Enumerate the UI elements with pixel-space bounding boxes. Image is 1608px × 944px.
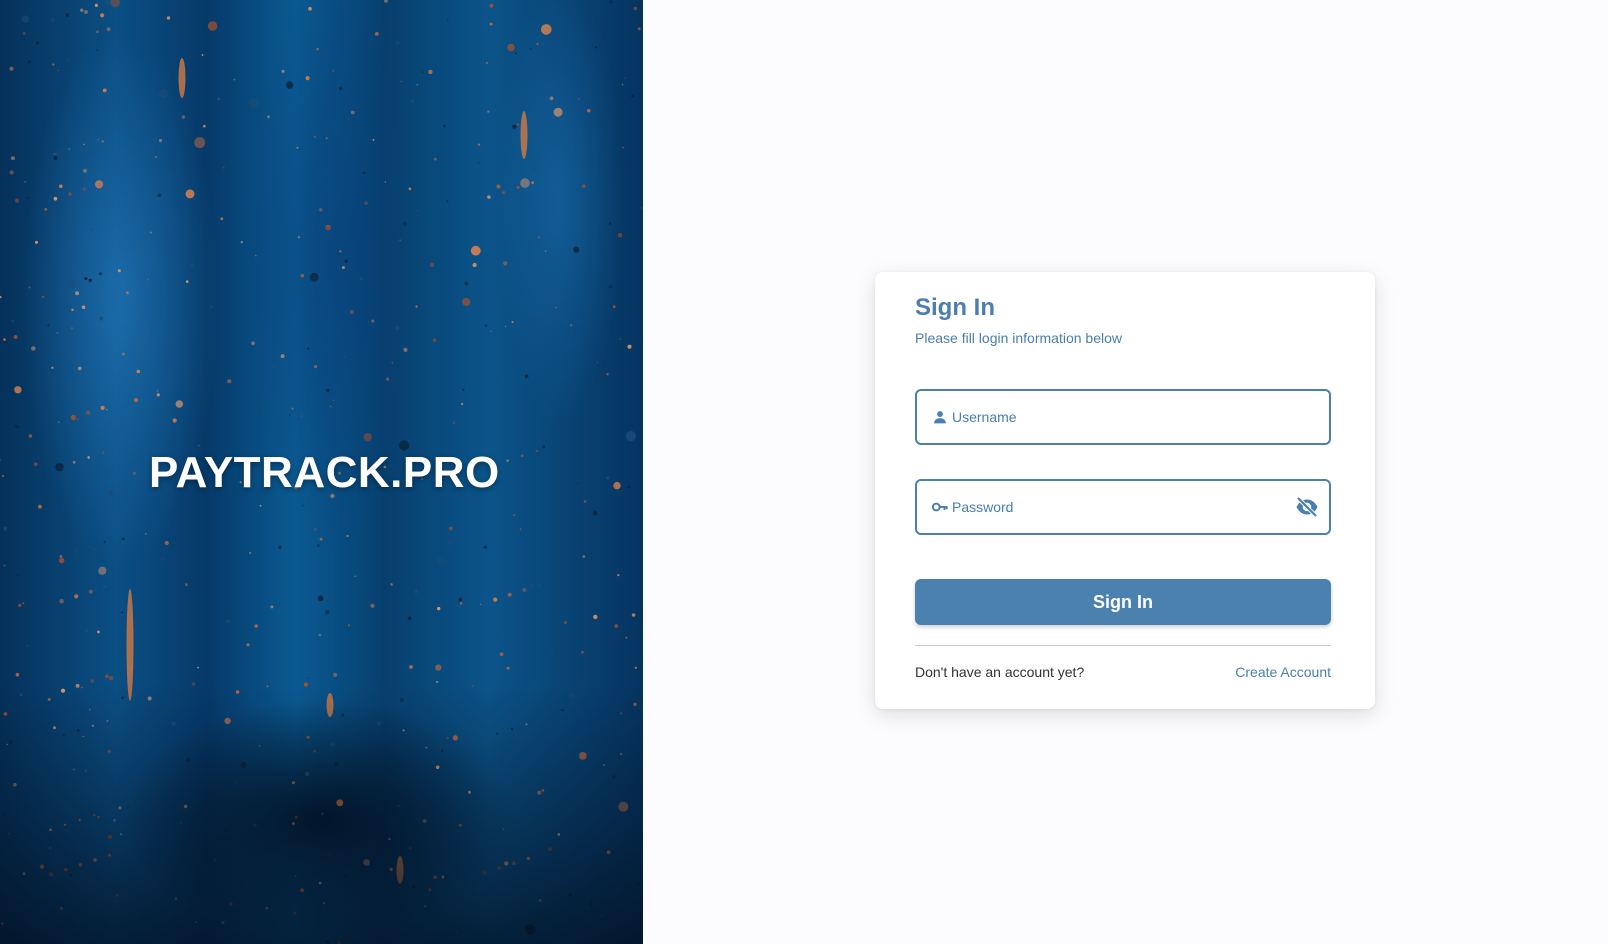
brand-logo-text: PAYTRACK.PRO [149, 448, 500, 497]
person-icon [931, 408, 949, 426]
login-card: Sign In Please fill login information be… [875, 272, 1375, 709]
username-field[interactable] [915, 389, 1331, 445]
no-account-text: Don't have an account yet? [915, 664, 1085, 680]
card-divider [915, 645, 1331, 646]
card-title: Sign In [915, 294, 995, 321]
eye-off-icon[interactable] [1293, 493, 1321, 521]
key-icon [931, 498, 949, 516]
sign-in-button[interactable]: Sign In [915, 579, 1331, 625]
hero-shade [0, 684, 643, 944]
form-panel: Sign In Please fill login information be… [643, 0, 1608, 944]
password-input[interactable] [952, 481, 1285, 533]
username-input[interactable] [952, 391, 1285, 443]
login-page: PAYTRACK.PRO Sign In Please fill login i… [0, 0, 1608, 944]
hero-panel: PAYTRACK.PRO [0, 0, 643, 944]
card-subtitle: Please fill login information below [915, 330, 1122, 346]
create-account-link[interactable]: Create Account [1235, 664, 1331, 680]
password-field[interactable] [915, 479, 1331, 535]
